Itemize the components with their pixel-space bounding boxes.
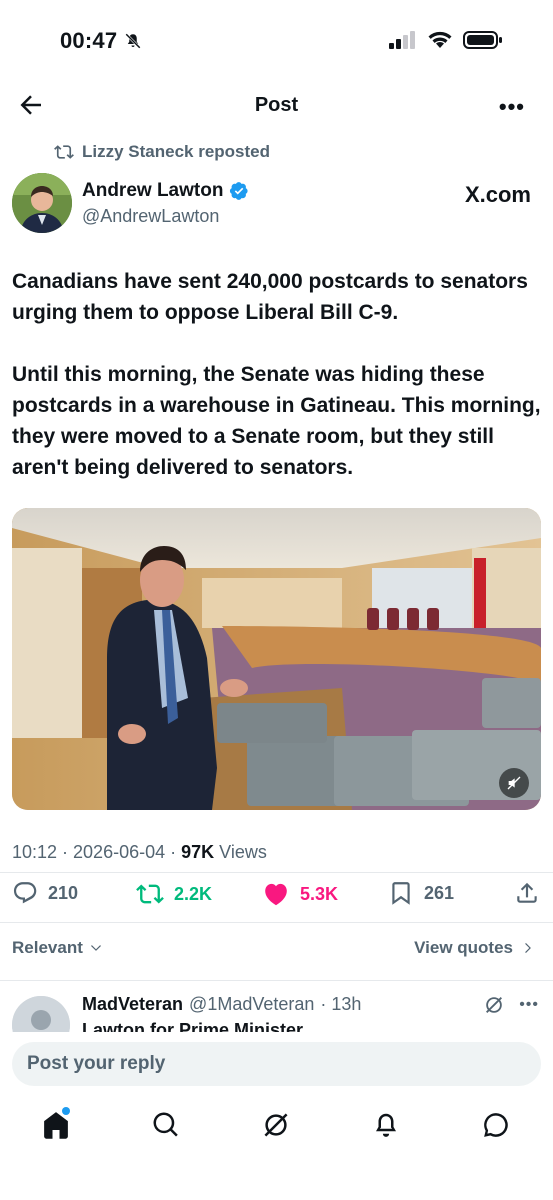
like-button[interactable]: 5.3K	[262, 880, 338, 908]
tab-grok[interactable]	[261, 1110, 291, 1140]
tweet-text: Canadians have sent 240,000 postcards to…	[12, 266, 542, 483]
cellular-signal-icon	[389, 31, 415, 49]
reply-text: Lawton for Prime Minister	[82, 1020, 304, 1032]
tweet-paragraph-2: Until this morning, the Senate was hidin…	[12, 363, 541, 479]
tweet-actions: 210 2.2K 5.3K 261	[0, 880, 553, 914]
reply-more-icon[interactable]: •••	[519, 996, 539, 1014]
share-icon	[517, 882, 537, 903]
author-name-row[interactable]: Andrew Lawton	[82, 180, 249, 202]
repost-button[interactable]: 2.2K	[136, 880, 212, 908]
reply-avatar[interactable]	[12, 996, 70, 1032]
tweet-timestamp[interactable]: 10:12 · 2026-06-04 ·	[12, 842, 181, 862]
nav-bar: Post •••	[0, 80, 553, 130]
divider	[0, 872, 553, 873]
tweet-paragraph-1: Canadians have sent 240,000 postcards to…	[12, 270, 528, 324]
reply-icons: •••	[483, 994, 539, 1016]
reply-button[interactable]: 210	[12, 880, 78, 906]
views-label: Views	[214, 842, 267, 862]
video-frame	[12, 508, 541, 810]
compose-placeholder: Post your reply	[27, 1053, 166, 1074]
muted-speaker-icon	[507, 776, 521, 790]
tab-notifications[interactable]	[371, 1110, 401, 1140]
reply-item[interactable]: MadVeteran @1MadVeteran · 13h ••• Lawton…	[0, 980, 553, 1032]
tab-messages[interactable]	[481, 1110, 511, 1140]
view-quotes-label: View quotes	[414, 938, 513, 957]
heart-filled-icon	[265, 883, 287, 906]
tweet-meta: 10:12 · 2026-06-04 · 97K Views	[12, 842, 267, 863]
bookmark-count: 261	[424, 882, 455, 903]
bookmark-icon	[392, 882, 410, 905]
grok-icon	[264, 1113, 288, 1137]
status-bar: 00:47	[0, 0, 553, 80]
tab-search[interactable]	[151, 1110, 181, 1140]
avatar-photo	[12, 173, 72, 233]
share-button[interactable]	[514, 880, 540, 906]
silent-bell-icon	[124, 33, 141, 49]
author-name[interactable]: Andrew Lawton	[82, 180, 223, 202]
bookmark-button[interactable]: 261	[388, 880, 454, 906]
divider	[0, 922, 553, 923]
sort-label: Relevant	[12, 938, 83, 957]
reply-header: MadVeteran @1MadVeteran · 13h	[82, 994, 361, 1015]
repost-icon	[136, 884, 164, 904]
grok-icon[interactable]	[483, 994, 505, 1016]
view-quotes-link[interactable]: View quotes	[414, 938, 535, 958]
status-time: 00:47	[60, 28, 142, 54]
tab-home[interactable]	[41, 1107, 71, 1140]
chevron-right-icon	[525, 943, 531, 953]
reply-count: 210	[48, 882, 79, 903]
chevron-down-icon	[90, 945, 101, 951]
views-count: 97K	[181, 842, 215, 862]
mute-button[interactable]	[499, 768, 529, 798]
bell-icon	[376, 1113, 396, 1137]
bottom-tab-bar	[0, 1098, 553, 1158]
source-label: X.com	[464, 182, 531, 207]
search-icon	[153, 1112, 178, 1137]
author-handle[interactable]: @AndrewLawton	[82, 206, 219, 227]
default-avatar-icon	[12, 996, 70, 1032]
verified-badge-icon	[230, 182, 249, 200]
repost-indicator[interactable]: Lizzy Staneck reposted	[54, 142, 270, 162]
author-avatar[interactable]	[12, 173, 72, 233]
tweet-video[interactable]	[12, 508, 541, 810]
chat-bubble-icon	[484, 1113, 508, 1137]
repost-icon	[54, 145, 74, 159]
repost-count: 2.2K	[174, 883, 213, 904]
reply-icon	[13, 882, 37, 904]
sort-dropdown[interactable]: Relevant	[12, 938, 103, 958]
reply-author-handle[interactable]: @1MadVeteran	[189, 994, 314, 1015]
repost-label: Lizzy Staneck reposted	[82, 142, 271, 161]
reply-compose-input[interactable]: Post your reply	[12, 1042, 541, 1086]
reply-author-name[interactable]: MadVeteran	[82, 994, 183, 1015]
battery-icon	[463, 31, 502, 49]
like-count: 5.3K	[300, 883, 339, 904]
reply-time: · 13h	[320, 994, 362, 1014]
status-icons	[389, 30, 503, 50]
wifi-icon	[428, 31, 452, 48]
more-options-icon[interactable]: •••	[499, 94, 525, 120]
notification-dot	[62, 1107, 70, 1115]
replies-filter-row: Relevant View quotes	[0, 934, 553, 970]
page-title: Post	[254, 94, 299, 116]
